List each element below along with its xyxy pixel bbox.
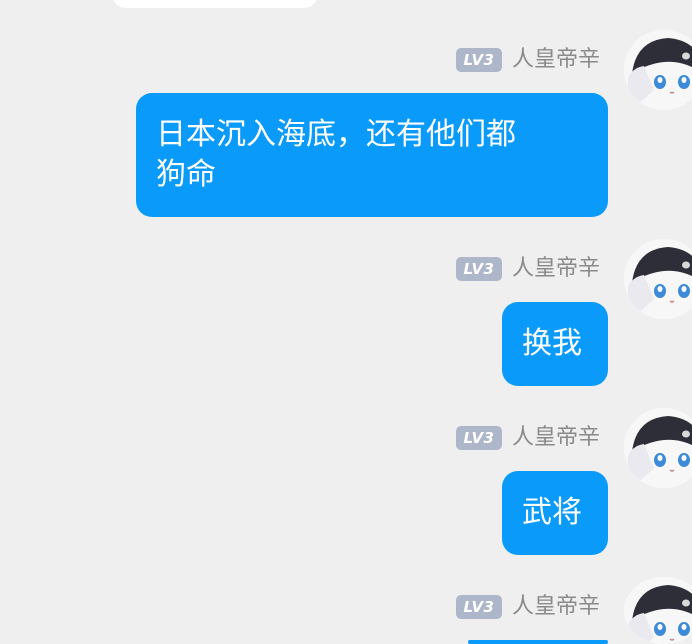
level-badge: LV3: [455, 48, 502, 72]
avatar-icon[interactable]: [624, 30, 692, 110]
message-meta: LV3 人皇帝辛: [455, 593, 600, 621]
message-bubble[interactable]: [468, 640, 608, 644]
level-badge: LV3: [455, 426, 502, 450]
sender-name[interactable]: 人皇帝辛: [512, 593, 600, 621]
avatar-icon[interactable]: [624, 577, 692, 644]
message-bubble[interactable]: 换我: [502, 302, 608, 386]
message-bubble[interactable]: 日本沉入海底，还有他们都 狗命: [136, 93, 608, 217]
message-meta: LV3 人皇帝辛: [455, 424, 600, 452]
message-meta: LV3 人皇帝辛: [455, 255, 600, 283]
sender-name[interactable]: 人皇帝辛: [512, 46, 600, 74]
sender-name[interactable]: 人皇帝辛: [512, 255, 600, 283]
message-bubble[interactable]: 武将: [502, 471, 608, 555]
level-badge: LV3: [455, 257, 502, 281]
sender-name[interactable]: 人皇帝辛: [512, 424, 600, 452]
level-badge: LV3: [455, 595, 502, 619]
avatar-icon[interactable]: [624, 239, 692, 319]
previous-message-bubble[interactable]: [112, 0, 318, 8]
message-meta: LV3 人皇帝辛: [455, 46, 600, 74]
avatar-icon[interactable]: [624, 408, 692, 488]
